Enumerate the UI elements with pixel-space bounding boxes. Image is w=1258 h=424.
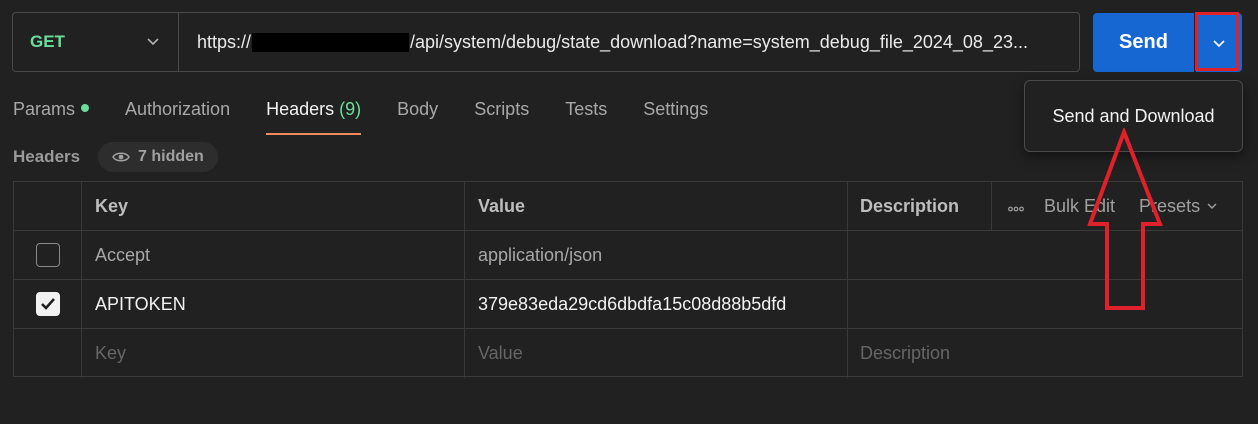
header-key-cell[interactable]: APITOKEN [82,280,465,328]
new-value-input[interactable]: Value [465,329,848,378]
header-description-cell[interactable] [848,280,1242,328]
tab-label: Scripts [474,99,530,119]
send-options-dropdown[interactable] [1196,13,1242,72]
header-description-cell[interactable] [848,231,1242,279]
chevron-down-icon [147,38,159,46]
header-value-cell[interactable]: 379e83eda29cd6dbdfa15c08d88b5dfd [465,280,848,328]
tab-label: Body [397,99,439,119]
new-key-input[interactable]: Key [82,329,465,378]
menu-item-send-and-download[interactable]: Send and Download [1052,106,1214,127]
table-row: Accept application/json [14,231,1242,280]
row-check-cell [14,231,82,279]
request-url-bar: GET https:// /api/system/debug/state_dow… [12,12,1080,72]
hidden-headers-toggle[interactable]: 7 hidden [98,142,218,172]
row-checkbox[interactable] [35,243,60,267]
chevron-down-icon [1213,39,1225,47]
table-header-check-cell [14,182,82,230]
hidden-headers-label: 7 hidden [138,148,204,165]
new-description-input[interactable]: Description [848,329,1242,378]
tab-scripts[interactable]: Scripts [474,96,529,133]
tab-settings[interactable]: Settings [643,96,708,133]
redacted-host [252,32,410,52]
send-button[interactable]: Send [1093,13,1194,72]
more-options-icon[interactable] [1008,196,1024,217]
tab-params[interactable]: Params [13,96,90,133]
tab-authorization[interactable]: Authorization [125,96,230,133]
send-options-menu: Send and Download [1024,80,1243,152]
url-input[interactable]: https:// /api/system/debug/state_downloa… [179,32,1079,53]
table-tools: Bulk Edit Presets [992,182,1244,230]
tab-label: Tests [565,99,608,119]
url-prefix: https:// [197,31,252,52]
table-header-row: Key Value Description Bulk Edit Presets [14,182,1242,231]
column-header-value: Value [465,182,848,230]
bulk-edit-button[interactable]: Bulk Edit [1044,196,1115,217]
headers-table: Key Value Description Bulk Edit Presets … [13,181,1243,378]
tab-tests[interactable]: Tests [565,96,607,133]
presets-dropdown[interactable]: Presets [1139,196,1218,217]
headers-count: (9) [339,99,362,119]
column-header-description: Description [848,182,992,230]
row-check-cell [14,280,82,328]
params-indicator-dot [81,104,90,112]
method-select[interactable]: GET [13,13,179,71]
tab-label: Params [13,99,76,119]
tab-headers[interactable]: Headers (9) [266,96,362,135]
presets-label: Presets [1139,195,1201,216]
header-key-cell[interactable]: Accept [82,231,465,279]
url-path: /api/system/debug/state_download?name=sy… [410,31,1028,52]
table-row: APITOKEN 379e83eda29cd6dbdfa15c08d88b5df… [14,280,1242,329]
table-row-new: Key Value Description [14,329,1242,378]
tab-label: Headers [266,99,335,119]
header-value-cell[interactable]: application/json [465,231,848,279]
tab-label: Authorization [125,99,231,119]
checkmark-icon [40,298,55,310]
headers-section-title: Headers [13,147,81,166]
eye-icon [112,152,130,162]
tab-body[interactable]: Body [397,96,438,133]
column-header-key: Key [82,182,465,230]
method-label: GET [30,32,65,51]
row-check-cell [14,329,82,378]
row-checkbox[interactable] [35,292,60,316]
chevron-down-icon [1207,203,1217,209]
tab-label: Settings [643,99,709,119]
request-tabs: Params Authorization Headers (9) Body Sc… [13,96,744,136]
